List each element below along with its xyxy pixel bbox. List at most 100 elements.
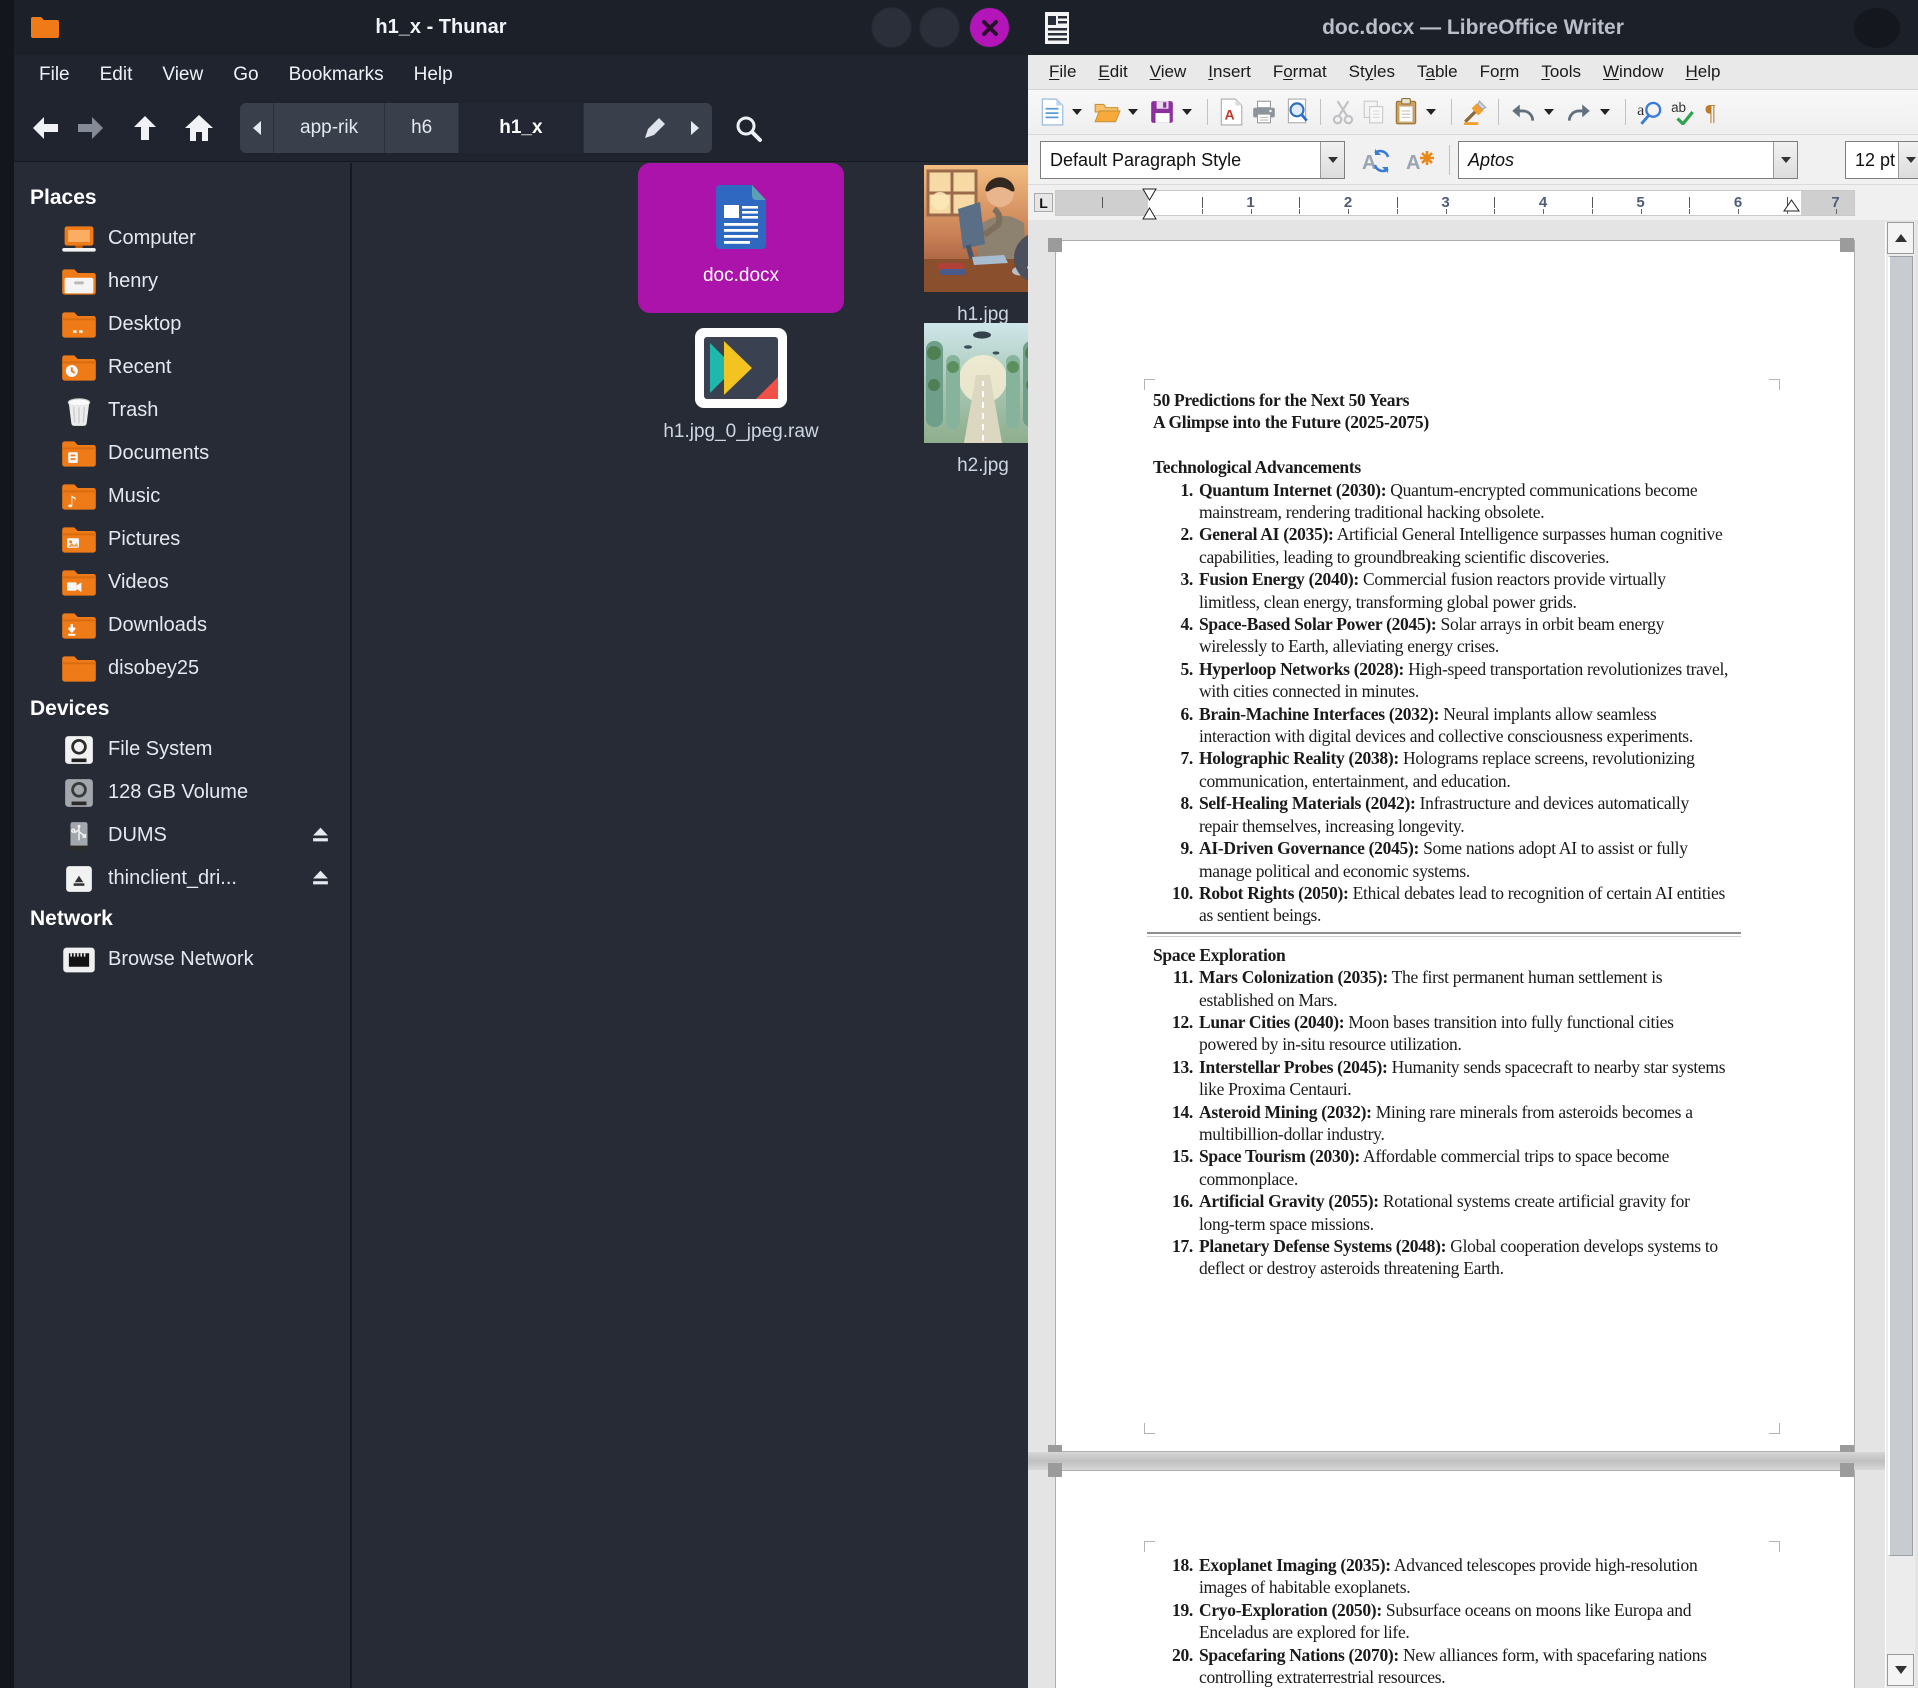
writer-menu-insert[interactable]: Insert — [1197, 58, 1262, 86]
thunar-menu-help[interactable]: Help — [399, 58, 468, 92]
thunar-menu-file[interactable]: File — [24, 58, 85, 92]
writer-window-button[interactable] — [1854, 8, 1900, 48]
sidebar-item-music[interactable]: ♪Music — [14, 475, 350, 518]
page-break-gap — [1028, 1452, 1885, 1470]
sidebar-item-trash[interactable]: Trash — [14, 389, 350, 432]
document-page-2[interactable]: 18.Exoplanet Imaging (2035): Advanced te… — [1055, 1470, 1855, 1688]
scrollbar-thumb[interactable] — [1888, 256, 1913, 1556]
undo-dropdown-button[interactable] — [1540, 95, 1562, 129]
sidebar-item-dums[interactable]: DUMS — [14, 814, 350, 857]
writer-menu-view[interactable]: View — [1139, 58, 1198, 86]
paragraph-style-combo[interactable]: Default Paragraph Style — [1040, 141, 1345, 179]
path-tab-h1_x[interactable]: h1_x — [459, 103, 583, 153]
writer-menu-format[interactable]: Format — [1262, 58, 1338, 86]
maximize-button[interactable] — [919, 7, 960, 48]
eject-button[interactable] — [311, 826, 330, 849]
thunar-menu-view[interactable]: View — [147, 58, 218, 92]
writer-menu-table[interactable]: Table — [1406, 58, 1469, 86]
writer-menu-form[interactable]: Form — [1469, 58, 1531, 86]
save-button[interactable] — [1146, 95, 1178, 129]
thunar-menu-edit[interactable]: Edit — [85, 58, 148, 92]
home-button[interactable] — [176, 105, 222, 151]
font-size-dropdown-button[interactable] — [1898, 142, 1918, 178]
sidebar-item-recent[interactable]: Recent — [14, 346, 350, 389]
sidebar-item-thinclient-dri-[interactable]: thinclient_dri... — [14, 857, 350, 900]
font-name-dropdown-button[interactable] — [1773, 142, 1797, 178]
open-button[interactable] — [1090, 95, 1124, 129]
clone-formatting-button[interactable] — [1459, 95, 1491, 129]
open-dropdown-button[interactable] — [1124, 95, 1146, 129]
minimize-button[interactable] — [871, 7, 912, 48]
path-edit-button[interactable] — [632, 103, 678, 153]
export-pdf-button[interactable]: A — [1215, 95, 1247, 129]
arrow-right-icon — [75, 114, 107, 142]
spelling-button[interactable]: ab — [1667, 95, 1701, 129]
file-name-label: h1.jpg_0_jpeg.raw — [663, 421, 818, 443]
sidebar-item-videos[interactable]: Videos — [14, 561, 350, 604]
save-dropdown-button[interactable] — [1178, 95, 1200, 129]
list-number: 14. — [1153, 1101, 1199, 1146]
scroll-up-button[interactable] — [1887, 222, 1914, 254]
scroll-down-button[interactable] — [1887, 1654, 1914, 1686]
sidebar-item-downloads[interactable]: Downloads — [14, 604, 350, 647]
new-doc-button[interactable] — [1036, 95, 1068, 129]
paste-button[interactable] — [1390, 95, 1422, 129]
sidebar-item-disobey25[interactable]: disobey25 — [14, 647, 350, 690]
document-page-1[interactable]: 50 Predictions for the Next 50 YearsA Gl… — [1055, 240, 1855, 1452]
redo-button[interactable] — [1562, 95, 1596, 129]
writer-titlebar[interactable]: doc.docx — LibreOffice Writer — [1028, 0, 1918, 55]
cut-icon — [1331, 99, 1355, 125]
back-button[interactable] — [22, 105, 68, 151]
writer-menu-styles[interactable]: Styles — [1338, 58, 1406, 86]
undo-button[interactable] — [1506, 95, 1540, 129]
find-replace-button[interactable]: a — [1633, 95, 1667, 129]
sidebar-item-documents[interactable]: Documents — [14, 432, 350, 475]
sidebar-item-henry[interactable]: henry — [14, 260, 350, 303]
font-name-combo[interactable]: Aptos — [1458, 141, 1798, 179]
redo-dropdown-button[interactable] — [1596, 95, 1618, 129]
writer-menu-edit[interactable]: Edit — [1087, 58, 1138, 86]
writer-menu-tools[interactable]: Tools — [1530, 58, 1592, 86]
file-list-pane[interactable]: doc.docxh1.jpgh1.jpg_0_jpeg.rawh2.jpg — [352, 163, 1028, 1688]
sidebar-item-128-gb-volume[interactable]: 128 GB Volume — [14, 771, 350, 814]
update-style-button[interactable]: A — [1356, 143, 1396, 179]
font-size-combo[interactable]: 12 pt — [1845, 141, 1918, 179]
thunar-menu-go[interactable]: Go — [218, 58, 273, 92]
up-button[interactable] — [122, 105, 168, 151]
new-style-button[interactable]: A — [1400, 143, 1440, 179]
path-scroll-left-button[interactable] — [240, 103, 274, 153]
path-tab-app-rik[interactable]: app-rik — [274, 103, 385, 153]
writer-menu-file[interactable]: File — [1038, 58, 1087, 86]
clone-formatting-icon — [1462, 99, 1488, 125]
vertical-scrollbar[interactable] — [1885, 222, 1915, 1688]
writer-menu-window[interactable]: Window — [1592, 58, 1674, 86]
forward-button[interactable] — [68, 105, 114, 151]
tab-stop-selector[interactable]: L — [1034, 193, 1053, 212]
ruler-tick — [1494, 197, 1495, 208]
sidebar-item-browse-network[interactable]: Browse Network — [14, 938, 350, 981]
thunar-titlebar[interactable]: h1_x - Thunar — [14, 0, 1028, 55]
thunar-menu-bookmarks[interactable]: Bookmarks — [274, 58, 399, 92]
sidebar-item-pictures[interactable]: Pictures — [14, 518, 350, 561]
formatting-marks-button[interactable]: ¶ — [1701, 95, 1727, 129]
paste-dropdown-button[interactable] — [1422, 95, 1444, 129]
eject-button[interactable] — [311, 869, 330, 892]
folder-home-icon — [60, 266, 98, 298]
sidebar-item-file-system[interactable]: File System — [14, 728, 350, 771]
right-indent-marker[interactable] — [1783, 199, 1800, 217]
toolbar-separator — [1498, 99, 1499, 125]
sidebar-item-desktop[interactable]: Desktop — [14, 303, 350, 346]
close-button[interactable] — [969, 7, 1010, 48]
file-h1-jpg-0-jpeg-raw[interactable]: h1.jpg_0_jpeg.raw — [638, 325, 844, 473]
path-empty-area[interactable] — [584, 103, 632, 153]
new-doc-dropdown-button[interactable] — [1068, 95, 1090, 129]
paragraph-style-dropdown-button[interactable] — [1320, 142, 1344, 178]
search-button[interactable] — [724, 104, 772, 152]
print-button[interactable] — [1247, 95, 1281, 129]
writer-menu-help[interactable]: Help — [1674, 58, 1731, 86]
file-doc-docx[interactable]: doc.docx — [638, 163, 844, 313]
print-preview-button[interactable] — [1281, 95, 1313, 129]
path-scroll-right-button[interactable] — [678, 103, 712, 153]
path-tab-h6[interactable]: h6 — [385, 103, 459, 153]
sidebar-item-computer[interactable]: Computer — [14, 217, 350, 260]
